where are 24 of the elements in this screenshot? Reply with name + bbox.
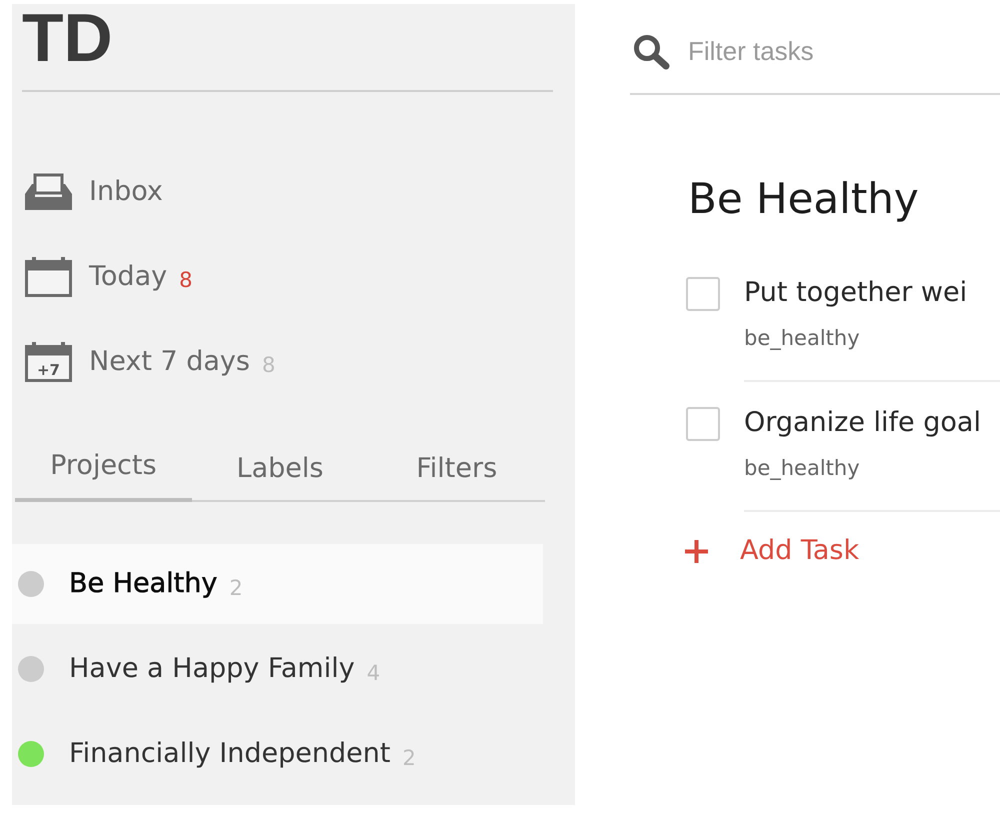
nav-link[interactable]: Next 7 days [89, 344, 250, 380]
app-logo: TD [22, 6, 113, 70]
sidebar-tab[interactable]: Filters [368, 448, 546, 502]
calendar-icon [25, 256, 72, 296]
project-title: Be Healthy [688, 173, 919, 225]
plus-icon [685, 540, 708, 562]
task-title: Put together wei [744, 276, 968, 310]
nav-link[interactable]: Today [89, 258, 168, 294]
nav-link[interactable]: Inbox [89, 174, 163, 210]
add-task-button[interactable]: Add Task [685, 533, 860, 569]
search-field[interactable]: Filter tasks [688, 34, 988, 70]
calendar-week-icon: +7 [25, 342, 72, 382]
inbox-tray-icon [25, 173, 72, 210]
task-checkbox[interactable] [686, 277, 720, 311]
task-checkbox[interactable] [686, 407, 720, 441]
sidebar-tab[interactable]: Projects [15, 446, 192, 502]
project-item[interactable]: Be Healthy 2 [12, 544, 543, 624]
task-title: Organize life goal [744, 406, 981, 440]
search-icon [633, 34, 670, 70]
task-count: 8 [179, 266, 192, 294]
sidebar-tab[interactable]: Labels [192, 448, 368, 502]
task-project-label: be_healthy [744, 455, 860, 482]
task-project-label: be_healthy [744, 325, 860, 352]
task-count: 2 [229, 575, 243, 602]
